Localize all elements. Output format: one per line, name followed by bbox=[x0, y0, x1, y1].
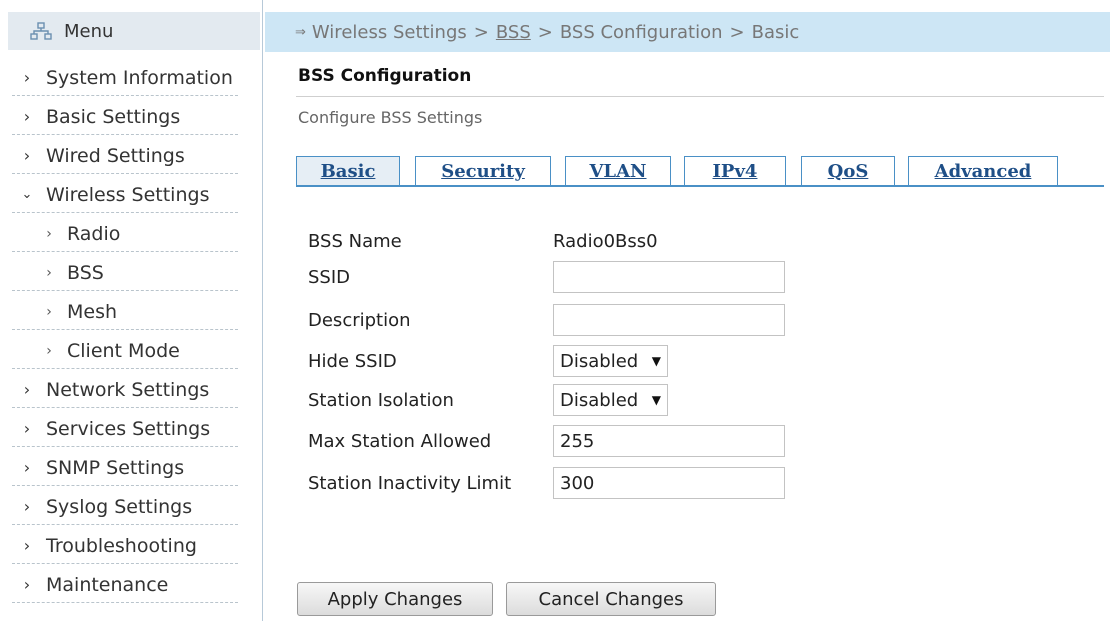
breadcrumb-item-bss-configuration: BSS Configuration bbox=[559, 21, 723, 43]
sidebar-item-label: Radio bbox=[67, 222, 121, 245]
max-station-input[interactable]: 255 bbox=[553, 425, 785, 457]
chevron-right-icon: › bbox=[23, 419, 31, 438]
tab-vlan[interactable]: VLAN bbox=[565, 156, 671, 185]
chevron-right-icon: › bbox=[46, 342, 52, 359]
sidebar-item-label: Client Mode bbox=[67, 339, 180, 362]
description-label: Description bbox=[308, 309, 411, 331]
max-station-label: Max Station Allowed bbox=[308, 430, 492, 452]
ssid-label: SSID bbox=[308, 266, 351, 288]
sidebar-item-snmp-settings[interactable]: › SNMP Settings bbox=[0, 448, 262, 487]
chevron-right-icon: › bbox=[23, 107, 31, 126]
sidebar-item-syslog-settings[interactable]: › Syslog Settings bbox=[0, 487, 262, 526]
sidebar-subitem-mesh[interactable]: › Mesh bbox=[0, 292, 262, 331]
chevron-right-icon: › bbox=[23, 68, 31, 87]
chevron-right-icon: › bbox=[46, 225, 52, 242]
sitemap-icon bbox=[30, 22, 64, 40]
sidebar-item-wired-settings[interactable]: › Wired Settings bbox=[0, 136, 262, 175]
ssid-input[interactable] bbox=[553, 261, 785, 293]
sidebar-item-services-settings[interactable]: › Services Settings bbox=[0, 409, 262, 448]
hide-ssid-label: Hide SSID bbox=[308, 350, 397, 372]
chevron-right-icon: › bbox=[23, 146, 31, 165]
tab-advanced[interactable]: Advanced bbox=[908, 156, 1058, 185]
dropdown-caret-icon: ▼ bbox=[651, 354, 661, 368]
sidebar-item-troubleshooting[interactable]: › Troubleshooting bbox=[0, 526, 262, 565]
sidebar-item-maintenance[interactable]: › Maintenance bbox=[0, 565, 262, 604]
sidebar-item-basic-settings[interactable]: › Basic Settings bbox=[0, 97, 262, 136]
station-isolation-label: Station Isolation bbox=[308, 389, 454, 411]
inactivity-label: Station Inactivity Limit bbox=[308, 472, 512, 494]
breadcrumb-separator: > bbox=[473, 21, 489, 43]
sidebar-item-system-information[interactable]: › System Information bbox=[0, 58, 262, 97]
sidebar-item-label: Maintenance bbox=[46, 573, 169, 596]
sidebar: Menu › System Information › Basic Settin… bbox=[0, 0, 263, 621]
breadcrumb: ⇒ Wireless Settings > BSS > BSS Configur… bbox=[265, 12, 1110, 52]
hide-ssid-select[interactable]: Disabled ▼ bbox=[553, 345, 668, 377]
menu-list: › System Information › Basic Settings › … bbox=[0, 58, 262, 604]
bss-name-label: BSS Name bbox=[308, 230, 402, 252]
ssid-row: SSID bbox=[308, 261, 785, 293]
breadcrumb-arrow-icon: ⇒ bbox=[295, 24, 306, 40]
sidebar-item-label: Wired Settings bbox=[46, 144, 185, 167]
menu-header-label: Menu bbox=[64, 20, 114, 42]
breadcrumb-separator: > bbox=[729, 21, 745, 43]
max-station-row: Max Station Allowed 255 bbox=[308, 425, 785, 457]
chevron-right-icon: › bbox=[46, 303, 52, 320]
station-isolation-selected-value: Disabled bbox=[560, 389, 639, 411]
apply-changes-button[interactable]: Apply Changes bbox=[297, 582, 493, 616]
bss-name-row: BSS Name Radio0Bss0 bbox=[308, 229, 658, 253]
page-title: BSS Configuration bbox=[298, 66, 472, 86]
breadcrumb-link-bss[interactable]: BSS bbox=[496, 22, 531, 43]
breadcrumb-item-wireless-settings: Wireless Settings bbox=[311, 21, 467, 43]
sidebar-subitem-radio[interactable]: › Radio bbox=[0, 214, 262, 253]
tab-qos[interactable]: QoS bbox=[801, 156, 895, 185]
hide-ssid-selected-value: Disabled bbox=[560, 350, 639, 372]
description-row: Description bbox=[308, 304, 785, 336]
chevron-right-icon: › bbox=[23, 380, 31, 399]
sidebar-item-label: Mesh bbox=[67, 300, 118, 323]
chevron-right-icon: › bbox=[46, 264, 52, 281]
title-divider bbox=[296, 96, 1104, 97]
dropdown-caret-icon: ▼ bbox=[651, 393, 661, 407]
sidebar-item-label: Wireless Settings bbox=[46, 183, 210, 206]
sidebar-item-wireless-settings[interactable]: ⌄ Wireless Settings bbox=[0, 175, 262, 214]
tab-ipv4[interactable]: IPv4 bbox=[684, 156, 786, 185]
sidebar-item-label: BSS bbox=[67, 261, 104, 284]
inactivity-input[interactable]: 300 bbox=[553, 467, 785, 499]
sidebar-item-label: Basic Settings bbox=[46, 105, 181, 128]
page-subtitle: Configure BSS Settings bbox=[298, 108, 483, 127]
tab-basic[interactable]: Basic bbox=[296, 156, 400, 185]
cancel-changes-button[interactable]: Cancel Changes bbox=[506, 582, 716, 616]
station-isolation-row: Station Isolation Disabled ▼ bbox=[308, 384, 668, 416]
chevron-down-icon: ⌄ bbox=[21, 187, 33, 202]
sidebar-subitem-bss[interactable]: › BSS bbox=[0, 253, 262, 292]
sidebar-item-label: Network Settings bbox=[46, 378, 210, 401]
sidebar-item-network-settings[interactable]: › Network Settings bbox=[0, 370, 262, 409]
inactivity-row: Station Inactivity Limit 300 bbox=[308, 467, 785, 499]
hide-ssid-row: Hide SSID Disabled ▼ bbox=[308, 345, 668, 377]
bss-name-value: Radio0Bss0 bbox=[553, 230, 658, 252]
breadcrumb-separator: > bbox=[537, 21, 553, 43]
sidebar-item-label: SNMP Settings bbox=[46, 456, 185, 479]
chevron-right-icon: › bbox=[23, 458, 31, 477]
chevron-right-icon: › bbox=[23, 497, 31, 516]
tab-security[interactable]: Security bbox=[415, 156, 551, 185]
menu-header[interactable]: Menu bbox=[8, 12, 260, 50]
sidebar-subitem-client-mode[interactable]: › Client Mode bbox=[0, 331, 262, 370]
chevron-right-icon: › bbox=[23, 575, 31, 594]
breadcrumb-item-basic: Basic bbox=[751, 21, 800, 43]
sidebar-item-label: System Information bbox=[46, 66, 233, 89]
description-input[interactable] bbox=[553, 304, 785, 336]
chevron-right-icon: › bbox=[23, 536, 31, 555]
sidebar-item-label: Troubleshooting bbox=[46, 534, 197, 557]
tab-bar: Basic Security VLAN IPv4 QoS Advanced bbox=[296, 156, 1110, 186]
sidebar-item-label: Services Settings bbox=[46, 417, 211, 440]
station-isolation-select[interactable]: Disabled ▼ bbox=[553, 384, 668, 416]
sidebar-item-label: Syslog Settings bbox=[46, 495, 193, 518]
